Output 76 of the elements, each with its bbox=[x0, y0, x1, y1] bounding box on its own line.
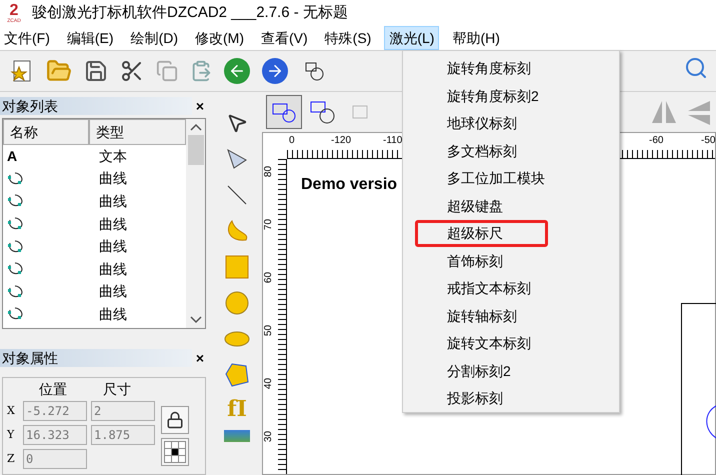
column-label: 尺寸 bbox=[102, 382, 132, 398]
table-cell-text: 曲线 bbox=[98, 192, 127, 211]
lock-button[interactable] bbox=[161, 406, 189, 434]
circle-icon[interactable] bbox=[223, 290, 251, 316]
menu-entry[interactable]: 多工位加工模块 bbox=[415, 165, 548, 192]
close-button[interactable]: × bbox=[192, 348, 208, 368]
menu-item[interactable]: 特殊(S) bbox=[320, 26, 376, 50]
table-cell-text: 曲线 bbox=[98, 304, 127, 324]
axis-label: X bbox=[7, 402, 16, 419]
demo-watermark-text: Demo versio bbox=[301, 175, 398, 195]
polygon-icon[interactable] bbox=[223, 362, 251, 388]
input-field[interactable]: 2 bbox=[91, 401, 155, 421]
curve-icon bbox=[7, 238, 25, 255]
scroll-down-icon[interactable] bbox=[190, 316, 202, 324]
menu-entry[interactable]: 多文档标刻 bbox=[415, 138, 548, 165]
menu-entry[interactable]: 旋转轴标刻 bbox=[415, 302, 548, 330]
ruler-label: 80 bbox=[262, 166, 276, 178]
menu-item[interactable]: 文件(F) bbox=[0, 26, 54, 50]
column-header[interactable]: 类型 bbox=[89, 119, 186, 145]
scrollbar-thumb[interactable] bbox=[188, 135, 204, 165]
input-field[interactable]: 0 bbox=[23, 449, 87, 469]
panel-title: 对象属性 bbox=[1, 348, 59, 368]
ruler-label: 30 bbox=[262, 430, 276, 442]
menu-entry[interactable]: 旋转角度标刻2 bbox=[415, 82, 548, 110]
ruler-label: 40 bbox=[262, 378, 276, 390]
menu-entry[interactable]: 超级标尺 bbox=[415, 220, 548, 248]
menu-entry[interactable]: 旋转文本标刻 bbox=[415, 330, 548, 358]
column-label: 位置 bbox=[38, 382, 68, 398]
menu-entry[interactable]: 戒指文本标刻 bbox=[415, 275, 548, 302]
menu-item[interactable]: 修改(M) bbox=[191, 26, 248, 50]
scrollbar[interactable] bbox=[186, 119, 205, 328]
ruler-label: -50 bbox=[701, 134, 716, 148]
table-cell-text: 曲线 bbox=[98, 260, 127, 279]
table-cell-text: 文本 bbox=[98, 146, 127, 166]
input-field[interactable]: -5.272 bbox=[23, 401, 87, 421]
rectangle-icon[interactable] bbox=[223, 254, 251, 280]
panel-title: 对象列表 bbox=[1, 96, 59, 116]
ruler-label: -110 bbox=[383, 134, 402, 148]
select-group-icon[interactable] bbox=[266, 95, 302, 129]
close-button[interactable]: × bbox=[192, 96, 208, 116]
anchor-grid-button[interactable] bbox=[161, 438, 189, 466]
ruler-label: 60 bbox=[262, 272, 276, 284]
ruler-label: 70 bbox=[262, 218, 276, 230]
window-title: 骏创激光打标机软件DZCAD2 ___2.7.6 - 无标题 bbox=[32, 2, 348, 23]
table-cell-text: 曲线 bbox=[98, 237, 127, 256]
ruler-label: 50 bbox=[262, 324, 276, 336]
menu-item[interactable]: 帮助(H) bbox=[448, 26, 504, 50]
table-cell-text: 曲线 bbox=[98, 169, 127, 188]
axis-label: Y bbox=[7, 426, 16, 443]
ruler-label: -120 bbox=[331, 134, 352, 148]
axis-label: Z bbox=[7, 450, 16, 467]
menu-item[interactable]: 查看(V) bbox=[257, 26, 312, 50]
menu-entry[interactable]: 首饰标刻 bbox=[415, 248, 548, 275]
table-cell-text: 曲线 bbox=[98, 282, 127, 302]
padlock-icon bbox=[166, 411, 184, 429]
menu-item[interactable]: 绘制(D) bbox=[126, 26, 182, 50]
menu-entry[interactable]: 地球仪标刻 bbox=[415, 110, 548, 138]
table-cell-text: 曲线 bbox=[98, 214, 127, 234]
menu-entry[interactable]: 超级键盘 bbox=[415, 192, 548, 220]
menu-entry[interactable]: 分割标刻2 bbox=[415, 358, 548, 385]
input-field[interactable]: 1.875 bbox=[91, 425, 155, 445]
ruler-label: 0 bbox=[289, 134, 295, 148]
curve-icon bbox=[7, 284, 25, 300]
text-object-icon: A bbox=[7, 146, 18, 167]
menu-entry[interactable]: 旋转角度标刻 bbox=[415, 55, 548, 82]
column-header[interactable]: 名称 bbox=[3, 119, 89, 145]
ruler-label: -60 bbox=[649, 134, 664, 148]
curve-icon bbox=[7, 170, 25, 187]
menu-item[interactable]: 激光(L) bbox=[384, 26, 440, 50]
save-icon[interactable] bbox=[84, 59, 108, 83]
input-field[interactable]: 16.323 bbox=[23, 425, 87, 445]
menu-item[interactable]: 编辑(E) bbox=[62, 26, 118, 50]
scissors-icon[interactable] bbox=[120, 59, 144, 83]
menu-entry[interactable]: 投影标刻 bbox=[415, 385, 548, 412]
search-icon[interactable] bbox=[684, 56, 708, 80]
scroll-up-icon[interactable] bbox=[190, 123, 202, 131]
